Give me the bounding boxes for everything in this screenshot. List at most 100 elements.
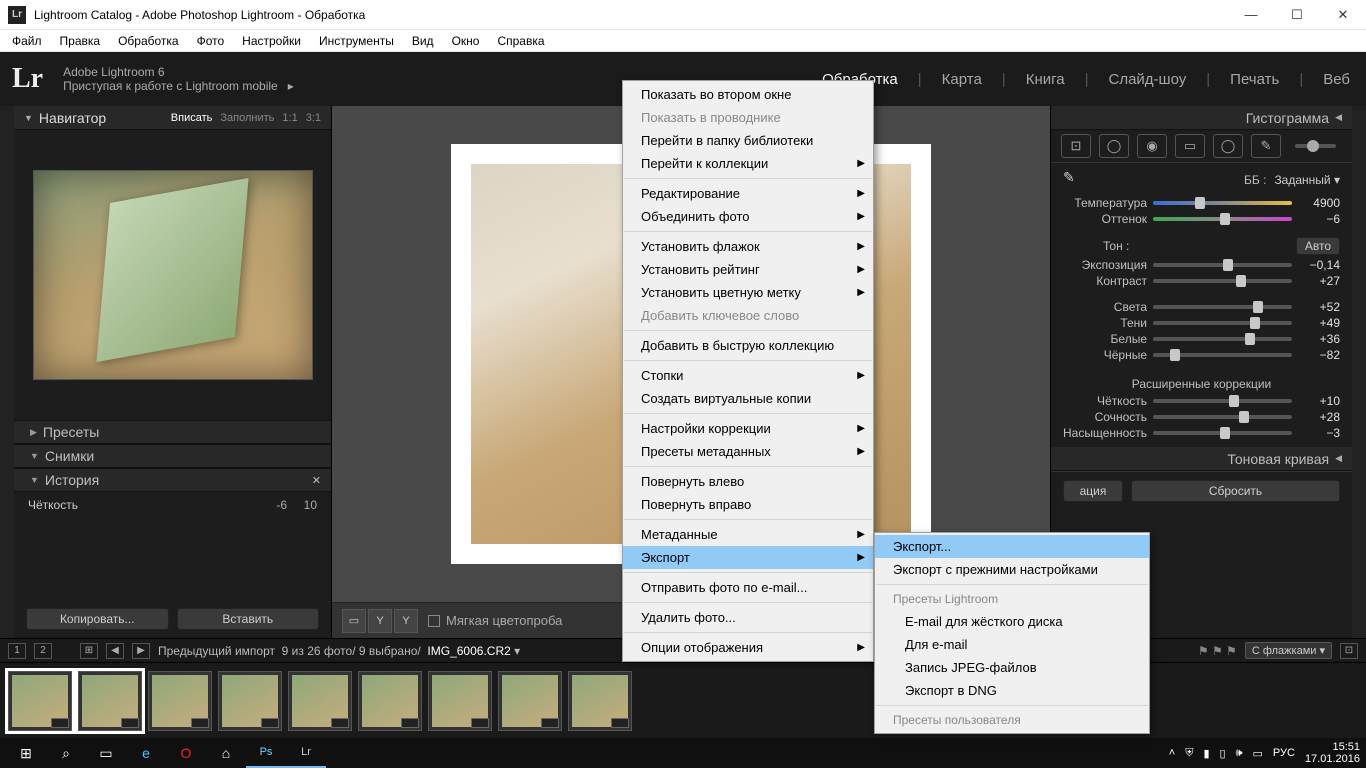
ctx-item[interactable]: Метаданные▶ bbox=[623, 523, 873, 546]
crop-tool-icon[interactable]: ⊡ bbox=[1061, 134, 1091, 158]
slider-blacks[interactable]: Чёрные−82 bbox=[1063, 347, 1340, 363]
tray-notify-icon[interactable]: ▭ bbox=[1253, 747, 1263, 760]
film-thumb[interactable] bbox=[288, 671, 352, 731]
softproof-checkbox[interactable]: Мягкая цветопроба bbox=[428, 613, 562, 628]
ctx-item[interactable]: Экспорт... bbox=[875, 535, 1149, 558]
ctx-item[interactable]: Запись JPEG-файлов bbox=[875, 656, 1149, 679]
fwd-icon[interactable]: ▶ bbox=[132, 643, 150, 659]
ctx-item[interactable]: Перейти к коллекции▶ bbox=[623, 152, 873, 175]
menu-tools[interactable]: Инструменты bbox=[311, 32, 402, 50]
tray-shield-icon[interactable]: ⛨ bbox=[1185, 747, 1193, 760]
histogram-header[interactable]: Гистограмма◀ bbox=[1051, 106, 1352, 130]
menu-help[interactable]: Справка bbox=[489, 32, 552, 50]
module-Веб[interactable]: Веб bbox=[1319, 71, 1354, 88]
ctx-item[interactable]: Пресеты метаданных▶ bbox=[623, 440, 873, 463]
before-after-yy-icon[interactable]: Y bbox=[394, 609, 418, 633]
module-Печать[interactable]: Печать bbox=[1226, 71, 1283, 88]
presets-header[interactable]: ▶Пресеты bbox=[14, 420, 331, 444]
minimize-button[interactable]: — bbox=[1228, 0, 1274, 30]
maximize-button[interactable]: ☐ bbox=[1274, 0, 1320, 30]
ctx-item[interactable]: Экспорт с прежними настройками bbox=[875, 558, 1149, 581]
ctx-item[interactable]: Перейти в папку библиотеки bbox=[623, 129, 873, 152]
ctx-item[interactable]: Создать виртуальные копии bbox=[623, 387, 873, 410]
copy-button[interactable]: Копировать... bbox=[26, 608, 169, 630]
ctx-item[interactable]: Отправить фото по e-mail... bbox=[623, 576, 873, 599]
start-button[interactable]: ⊞ bbox=[6, 738, 46, 768]
before-after-y-icon[interactable]: Y bbox=[368, 609, 392, 633]
menu-view[interactable]: Вид bbox=[404, 32, 442, 50]
module-Книга[interactable]: Книга bbox=[1022, 71, 1069, 88]
ctx-item[interactable]: Опции отображения▶ bbox=[623, 636, 873, 659]
tonecurve-header[interactable]: Тоновая кривая◀ bbox=[1051, 447, 1352, 471]
ctx-item[interactable]: Установить рейтинг▶ bbox=[623, 258, 873, 281]
ctx-item[interactable]: Удалить фото... bbox=[623, 606, 873, 629]
ctx-item[interactable]: E-mail для жёсткого диска bbox=[875, 610, 1149, 633]
slider-contrast[interactable]: Контраст+27 bbox=[1063, 273, 1340, 289]
home-icon[interactable]: ⌂ bbox=[206, 738, 246, 768]
reset-button[interactable]: Сбросить bbox=[1131, 480, 1340, 502]
ctx-item[interactable]: Объединить фото▶ bbox=[623, 205, 873, 228]
edge-icon[interactable]: e bbox=[126, 738, 166, 768]
taskview-icon[interactable]: ▭ bbox=[86, 738, 126, 768]
brand-line2[interactable]: Приступая к работе с Lightroom mobile bbox=[63, 79, 278, 93]
auto-tone-button[interactable]: Авто bbox=[1296, 237, 1340, 255]
slider-highlights[interactable]: Света+52 bbox=[1063, 299, 1340, 315]
wb-dropdown[interactable]: Заданный ▾ bbox=[1274, 173, 1340, 187]
ctx-item[interactable]: Настройки коррекции▶ bbox=[623, 417, 873, 440]
tray-lang[interactable]: РУС bbox=[1273, 747, 1295, 759]
sync-button[interactable]: ация bbox=[1063, 480, 1123, 502]
navigator-header[interactable]: ▼ Навигатор Вписать Заполнить 1:1 3:1 bbox=[14, 106, 331, 130]
ctx-item[interactable]: Показать во втором окне bbox=[623, 83, 873, 106]
flag-filter-dropdown[interactable]: С флажками ▾ bbox=[1245, 642, 1332, 659]
film-thumb[interactable] bbox=[78, 671, 142, 731]
film-thumb[interactable] bbox=[8, 671, 72, 731]
filmstrip-path[interactable]: Предыдущий импорт 9 из 26 фото/ 9 выбран… bbox=[158, 644, 520, 658]
nav-1to1[interactable]: 1:1 bbox=[282, 112, 297, 124]
menu-edit[interactable]: Правка bbox=[52, 32, 109, 50]
tray-volume-icon[interactable]: 🕪 bbox=[1236, 747, 1243, 760]
ctx-item[interactable]: Установить цветную метку▶ bbox=[623, 281, 873, 304]
ctx-item[interactable]: Добавить в быструю коллекцию bbox=[623, 334, 873, 357]
slider-shadows[interactable]: Тени+49 bbox=[1063, 315, 1340, 331]
left-strip[interactable] bbox=[0, 106, 14, 638]
loupe-view-icon[interactable]: ▭ bbox=[342, 609, 366, 633]
ctx-item[interactable]: Для e-mail bbox=[875, 633, 1149, 656]
tray-network-icon[interactable]: ▯ bbox=[1220, 747, 1226, 760]
close-button[interactable]: ✕ bbox=[1320, 0, 1366, 30]
menu-file[interactable]: Файл bbox=[4, 32, 50, 50]
paste-button[interactable]: Вставить bbox=[177, 608, 320, 630]
main-display-icon[interactable]: 1 bbox=[8, 643, 26, 659]
slider-exposure[interactable]: Экспозиция−0,14 bbox=[1063, 257, 1340, 273]
snapshots-header[interactable]: ▼Снимки bbox=[14, 444, 331, 468]
tray-clock[interactable]: 15:51 17.01.2016 bbox=[1305, 741, 1360, 765]
slider-saturation[interactable]: Насыщенность−3 bbox=[1063, 425, 1340, 441]
gradient-tool-icon[interactable]: ▭ bbox=[1175, 134, 1205, 158]
photoshop-taskbar-icon[interactable]: Ps bbox=[246, 738, 286, 768]
radial-tool-icon[interactable]: ◯ bbox=[1213, 134, 1243, 158]
ctx-item[interactable]: Повернуть вправо bbox=[623, 493, 873, 516]
module-Карта[interactable]: Карта bbox=[938, 71, 986, 88]
right-strip[interactable] bbox=[1352, 106, 1366, 638]
film-thumb[interactable] bbox=[218, 671, 282, 731]
ctx-item[interactable]: Экспорт в DNG bbox=[875, 679, 1149, 702]
nav-fit[interactable]: Вписать bbox=[171, 112, 213, 124]
film-thumb[interactable] bbox=[498, 671, 562, 731]
navigator-thumbnail[interactable] bbox=[33, 170, 313, 380]
filter-lock-icon[interactable]: ⊡ bbox=[1340, 643, 1358, 659]
ctx-item[interactable]: Повернуть влево bbox=[623, 470, 873, 493]
tray-chevron-icon[interactable]: ˄ bbox=[1169, 747, 1175, 759]
nav-3to1[interactable]: 3:1 bbox=[306, 112, 321, 124]
brand-arrow-icon[interactable]: ▸ bbox=[288, 79, 294, 93]
menu-window[interactable]: Окно bbox=[444, 32, 488, 50]
menu-develop[interactable]: Обработка bbox=[110, 32, 187, 50]
history-row[interactable]: Чёткость -6 10 bbox=[14, 496, 331, 514]
flag-filter-icons[interactable]: ⚑ ⚑ ⚑ bbox=[1198, 644, 1237, 658]
film-thumb[interactable] bbox=[428, 671, 492, 731]
ctx-item[interactable]: Стопки▶ bbox=[623, 364, 873, 387]
tray-battery-icon[interactable]: ▮ bbox=[1203, 747, 1209, 760]
film-thumb[interactable] bbox=[358, 671, 422, 731]
back-icon[interactable]: ◀ bbox=[106, 643, 124, 659]
lightroom-taskbar-icon[interactable]: Lr bbox=[286, 738, 326, 768]
menu-settings[interactable]: Настройки bbox=[234, 32, 309, 50]
spot-tool-icon[interactable]: ◯ bbox=[1099, 134, 1129, 158]
